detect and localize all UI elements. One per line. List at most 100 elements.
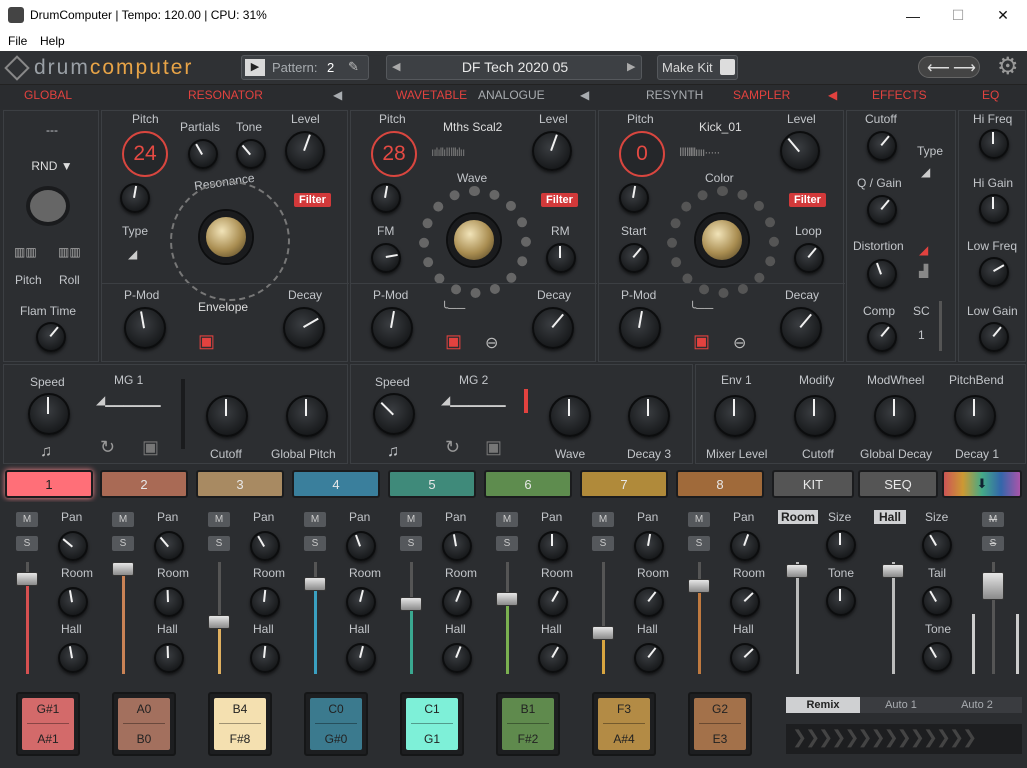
envelope-mod-icon[interactable]: ▣ [445,331,462,352]
color-knob[interactable] [696,214,748,266]
room-knob[interactable] [250,587,280,617]
channel-fader[interactable] [112,562,134,576]
mg1-target-1-label[interactable]: Cutoff [210,447,242,461]
pan-knob[interactable] [634,531,664,561]
tab-analogue[interactable]: ANALOGUE [478,88,545,102]
room-knob[interactable] [346,587,376,617]
pan-knob[interactable] [250,531,280,561]
mg1-shape-icon[interactable]: ◢▁▁▁▁▁▁ [96,393,161,407]
pan-knob[interactable] [58,531,88,561]
resonator-pitch-display[interactable]: 24 [122,131,168,177]
tab-sampler[interactable]: SAMPLER [733,88,790,102]
download-button[interactable]: ⬇ [942,470,1022,498]
hall-knob[interactable] [346,643,376,673]
room-knob[interactable] [442,587,472,617]
hall-bus-fader[interactable] [882,564,904,578]
drum-pad[interactable]: A0 B0 [112,692,176,756]
resonator-pmod-knob[interactable] [124,307,166,349]
speaker-icon[interactable]: ◀ [828,88,837,102]
hall-bus-title[interactable]: Hall [874,510,907,524]
mute-button[interactable]: M [400,512,422,527]
channel-fader[interactable] [16,572,38,586]
channel-fader[interactable] [304,577,326,591]
macro-3-knob[interactable] [874,395,916,437]
macro-2-source[interactable]: Modify [799,373,834,387]
sc-value[interactable]: 1 [918,328,925,342]
channel-fader[interactable] [592,626,614,640]
distortion-knob[interactable] [867,259,897,289]
room-tone-knob[interactable] [826,586,856,616]
master-mute-button[interactable]: M [982,512,1004,527]
channel-tab-seq[interactable]: SEQ [858,470,938,498]
channel-tab-3[interactable]: 3 [196,470,284,498]
solo-button[interactable]: S [496,536,518,551]
room-bus-title[interactable]: Room [778,510,818,524]
solo-button[interactable]: S [208,536,230,551]
undo-redo-control[interactable]: ⟵ ⟶ [918,56,980,78]
low-freq-knob[interactable] [979,257,1009,287]
hall-knob[interactable] [634,643,664,673]
mute-button[interactable]: M [688,512,710,527]
start-knob[interactable] [619,243,649,273]
mute-button[interactable]: M [208,512,230,527]
drum-pad[interactable]: C0 G#0 [304,692,368,756]
menu-file[interactable]: File [8,34,27,48]
hall-knob[interactable] [538,643,568,673]
tab-resynth[interactable]: RESYNTH [646,88,703,102]
low-gain-knob[interactable] [979,322,1009,352]
pan-knob[interactable] [346,531,376,561]
hall-size-knob[interactable] [922,530,952,560]
play-icon[interactable]: ▶ [245,59,265,76]
wavetable-pitch-fine-knob[interactable] [371,183,401,213]
mg1-target-2-label[interactable]: Global Pitch [271,447,336,461]
wave-knob[interactable] [448,214,500,266]
drum-pad[interactable]: C1 G1 [400,692,464,756]
wavetable-name[interactable]: Mths Scal2 [443,120,502,134]
hall-knob[interactable] [442,643,472,673]
wavetable-decay-knob[interactable] [532,307,574,349]
mute-button[interactable]: M [112,512,134,527]
mute-button[interactable]: M [16,512,38,527]
room-knob[interactable] [154,587,184,617]
sampler-filter-button[interactable]: Filter [789,193,826,207]
solo-button[interactable]: S [16,536,38,551]
minus-icon[interactable]: ⊖ [485,333,498,353]
room-knob[interactable] [58,587,88,617]
hall-knob[interactable] [250,643,280,673]
channel-tab-8[interactable]: 8 [676,470,764,498]
channel-tab-5[interactable]: 5 [388,470,476,498]
mg2-target-1-label[interactable]: Wave [555,447,585,461]
resonance-knob[interactable] [200,211,252,263]
flam-time-knob[interactable] [36,322,66,352]
loop-knob[interactable] [794,243,824,273]
undo-icon[interactable]: ⟵ [927,58,950,78]
resonator-pitch-fine-knob[interactable] [120,183,150,213]
hall-tone-knob[interactable] [922,642,952,672]
global-shape-knob[interactable] [26,186,70,226]
solo-button[interactable]: S [400,536,422,551]
tab-global[interactable]: GLOBAL [24,88,72,102]
pin-icon[interactable]: ✎ [348,59,359,75]
hi-gain-knob[interactable] [979,194,1009,224]
pattern-selector[interactable]: ▶ Pattern: 2 ✎ [241,55,369,80]
type-shape-icon[interactable]: ◢ [128,247,137,261]
hall-knob[interactable] [154,643,184,673]
tab-wavetable[interactable]: WAVETABLE [396,88,467,102]
retrigger-icon[interactable]: ↻ [100,437,115,458]
menu-help[interactable]: Help [40,34,65,48]
partials-knob[interactable] [188,139,218,169]
channel-tab-2[interactable]: 2 [100,470,188,498]
pan-knob[interactable] [154,531,184,561]
envelope-mod-icon[interactable]: ▣ [198,331,215,352]
macro-4-source[interactable]: PitchBend [949,373,1004,387]
mute-button[interactable]: M [496,512,518,527]
channel-tab-1[interactable]: 1 [5,470,93,498]
tone-knob[interactable] [236,139,266,169]
tab-remix[interactable]: Remix [786,697,860,713]
mute-button[interactable]: M [592,512,614,527]
solo-button[interactable]: S [112,536,134,551]
sampler-level-knob[interactable] [780,131,820,171]
mg1-mod-icon[interactable]: ▣ [142,437,159,458]
maximize-button[interactable]: ☐ [935,0,981,31]
channel-fader[interactable] [496,592,518,606]
